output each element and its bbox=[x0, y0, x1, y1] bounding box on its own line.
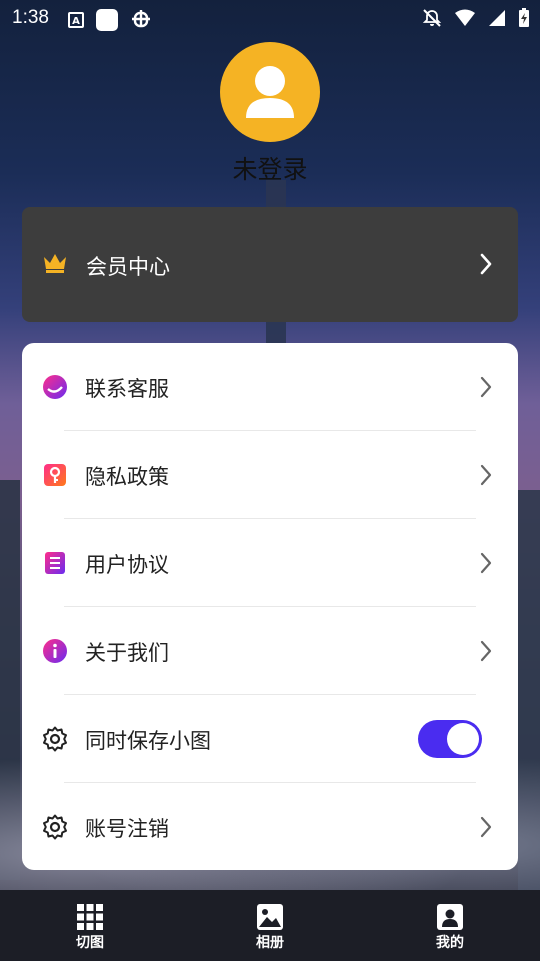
vip-center-button[interactable]: 会员中心 bbox=[22, 207, 518, 322]
grid-icon bbox=[76, 903, 104, 935]
menu-item-label: 用户协议 bbox=[85, 553, 169, 577]
person-icon bbox=[246, 66, 294, 118]
agreement-icon bbox=[42, 550, 68, 576]
vip-center-label: 会员中心 bbox=[86, 255, 170, 279]
gear-icon bbox=[42, 814, 68, 840]
chevron-right-icon bbox=[480, 253, 492, 279]
white-square-icon bbox=[96, 9, 118, 31]
status-time: 1:38 bbox=[12, 7, 49, 28]
bug-icon bbox=[130, 7, 152, 33]
settings-menu: 联系客服 隐私政策 用户协议 关于我们 同时保存小图 账号注销 bbox=[22, 343, 518, 870]
menu-item-user-agreement[interactable]: 用户协议 bbox=[22, 519, 518, 607]
service-icon bbox=[42, 374, 68, 400]
menu-item-save-thumbnail: 同时保存小图 bbox=[22, 695, 518, 783]
menu-item-delete-account[interactable]: 账号注销 bbox=[22, 783, 518, 871]
tab-slice[interactable]: 切图 bbox=[0, 890, 180, 961]
login-status[interactable]: 未登录 bbox=[0, 150, 540, 186]
chevron-right-icon bbox=[480, 640, 492, 666]
tab-label: 切图 bbox=[76, 935, 104, 951]
tab-label: 我的 bbox=[436, 935, 464, 951]
menu-item-label: 同时保存小图 bbox=[85, 729, 211, 753]
menu-item-label: 账号注销 bbox=[85, 817, 169, 841]
tab-label: 相册 bbox=[256, 935, 284, 951]
chevron-right-icon bbox=[480, 816, 492, 842]
bottom-tab-bar: 切图 相册 我的 bbox=[0, 890, 540, 961]
tab-mine[interactable]: 我的 bbox=[360, 890, 540, 961]
toggle-knob bbox=[447, 723, 479, 755]
wifi-icon bbox=[454, 9, 476, 31]
signal-icon bbox=[488, 9, 506, 31]
crown-icon bbox=[42, 251, 68, 279]
chevron-right-icon bbox=[480, 464, 492, 490]
person-card-icon bbox=[436, 903, 464, 935]
avatar[interactable] bbox=[220, 42, 320, 142]
menu-item-label: 联系客服 bbox=[85, 377, 169, 401]
menu-item-label: 隐私政策 bbox=[85, 465, 169, 489]
menu-item-label: 关于我们 bbox=[85, 641, 169, 665]
info-icon bbox=[42, 638, 68, 664]
status-bar: 1:38 A bbox=[0, 0, 540, 38]
privacy-icon bbox=[42, 462, 68, 488]
image-icon bbox=[256, 903, 284, 935]
tab-album[interactable]: 相册 bbox=[180, 890, 360, 961]
bell-off-icon bbox=[422, 8, 442, 32]
save-thumbnail-toggle[interactable] bbox=[418, 720, 482, 758]
chevron-right-icon bbox=[480, 552, 492, 578]
menu-item-about-us[interactable]: 关于我们 bbox=[22, 607, 518, 695]
menu-item-contact-service[interactable]: 联系客服 bbox=[22, 343, 518, 431]
menu-item-privacy-policy[interactable]: 隐私政策 bbox=[22, 431, 518, 519]
battery-charging-icon bbox=[518, 8, 530, 32]
chevron-right-icon bbox=[480, 376, 492, 402]
gear-icon bbox=[42, 726, 68, 752]
a-icon: A bbox=[68, 12, 84, 28]
